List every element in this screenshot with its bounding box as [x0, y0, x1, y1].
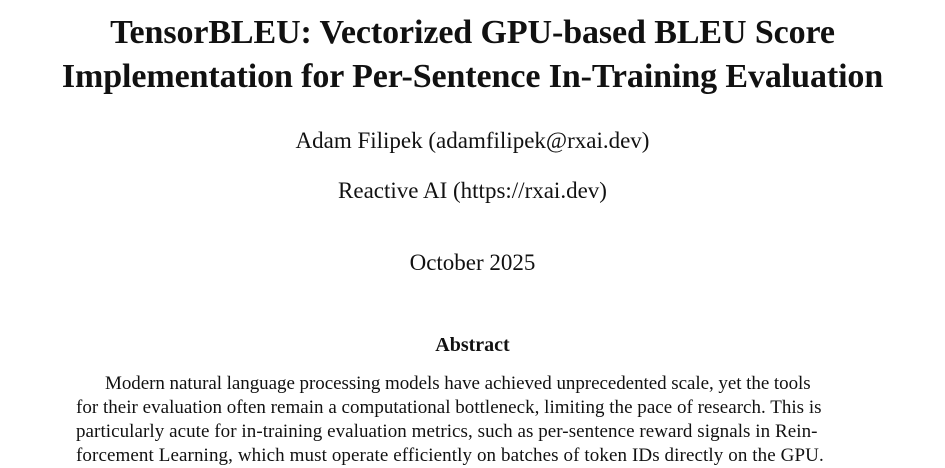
abstract-heading: Abstract — [435, 334, 510, 356]
abstract-line-2: for their evaluation often remain a comp… — [76, 397, 822, 418]
paper-title-line-2: Implementation for Per-Sentence In-Train… — [61, 58, 884, 95]
affiliation-line: Reactive AI (https://rxai.dev) — [338, 178, 607, 203]
paper-page: TensorBLEU: Vectorized GPU-based BLEU Sc… — [0, 0, 945, 467]
abstract-line-3: particularly acute for in-training evalu… — [76, 421, 818, 442]
abstract-line-1: Modern natural language processing model… — [105, 373, 811, 394]
paper-title-line-1: TensorBLEU: Vectorized GPU-based BLEU Sc… — [110, 14, 835, 51]
abstract-line-4: forcement Learning, which must operate e… — [76, 445, 824, 466]
publication-date: October 2025 — [409, 250, 536, 275]
author-line: Adam Filipek (adamfilipek@rxai.dev) — [295, 128, 650, 153]
